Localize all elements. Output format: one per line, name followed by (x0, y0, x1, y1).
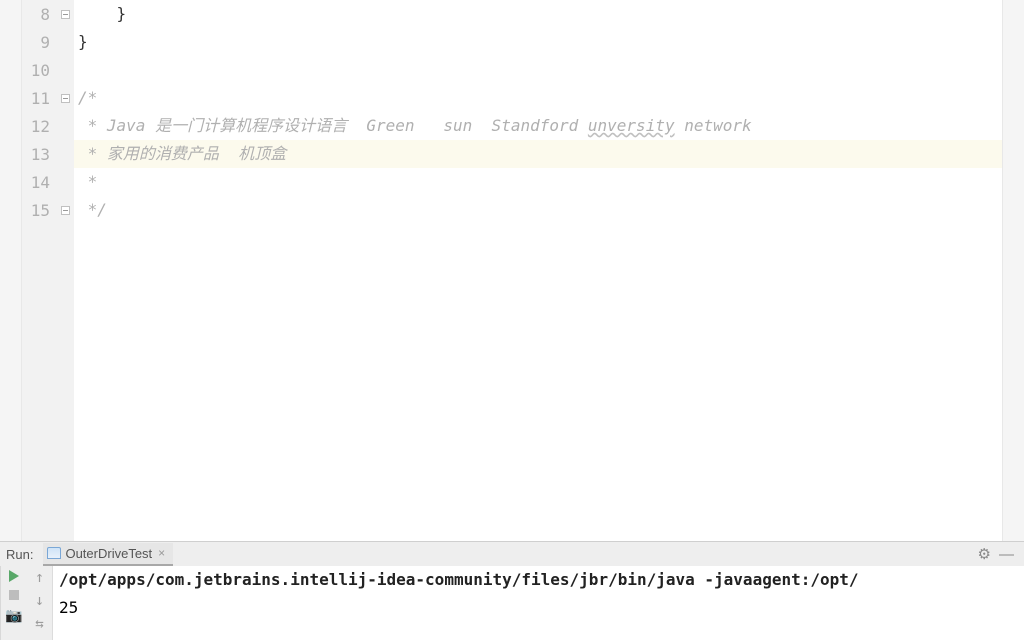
line-number: 13 (22, 145, 56, 164)
console-line: /opt/apps/com.jetbrains.intellij-idea-co… (53, 566, 1024, 594)
line-number: 11 (22, 89, 56, 108)
editor-left-margin (0, 0, 22, 541)
run-tool-window-header: Run: OuterDriveTest × ⚙ — (0, 541, 1024, 566)
down-stack-icon[interactable]: ↓ (35, 593, 44, 608)
code-line[interactable]: * Java 是一门计算机程序设计语言 Green sun Standford … (74, 112, 1002, 140)
dump-threads-icon[interactable]: 📷 (5, 608, 22, 624)
code-line[interactable]: * (74, 168, 1002, 196)
console-line: 25 (53, 594, 1024, 622)
code-editor[interactable]: }} /* * Java 是一门计算机程序设计语言 Green sun Stand… (74, 0, 1002, 541)
line-number: 9 (22, 33, 56, 52)
gear-icon[interactable]: ⚙ (974, 545, 995, 563)
line-number: 12 (22, 117, 56, 136)
editor-right-margin (1002, 0, 1024, 541)
up-stack-icon[interactable]: ↑ (35, 570, 44, 585)
run-tab-title: OuterDriveTest (65, 546, 152, 561)
run-tool-window: 📷 ↑ ↓ ⇆ /opt/apps/com.jetbrains.intellij… (0, 566, 1024, 640)
console-output[interactable]: /opt/apps/com.jetbrains.intellij-idea-co… (53, 566, 1024, 640)
spellcheck-warning: unversity (588, 116, 675, 135)
code-line[interactable]: * 家用的消费产品 机顶盒 (74, 140, 1002, 168)
code-line[interactable]: /* (74, 84, 1002, 112)
close-icon[interactable]: × (156, 546, 167, 560)
run-actions-column-2: ↑ ↓ ⇆ (27, 566, 53, 640)
fold-toggle-icon[interactable] (61, 94, 70, 103)
code-line[interactable]: */ (74, 196, 1002, 224)
run-tab[interactable]: OuterDriveTest × (43, 543, 173, 566)
minimize-icon[interactable]: — (995, 546, 1018, 563)
code-line[interactable] (74, 56, 1002, 84)
code-line[interactable]: } (74, 28, 1002, 56)
rerun-icon[interactable] (9, 570, 19, 582)
stop-icon[interactable] (9, 590, 19, 600)
code-line[interactable]: } (74, 0, 1002, 28)
line-number: 14 (22, 173, 56, 192)
run-label: Run: (6, 547, 33, 562)
editor-gutter: 8 9 10 11 12 13 14 15 (22, 0, 74, 541)
fold-toggle-icon[interactable] (61, 10, 70, 19)
run-actions-column-1: 📷 (1, 566, 27, 640)
line-number: 10 (22, 61, 56, 80)
line-number: 8 (22, 5, 56, 24)
soft-wrap-icon[interactable]: ⇆ (35, 616, 43, 632)
application-icon (47, 547, 61, 559)
line-number: 15 (22, 201, 56, 220)
fold-toggle-icon[interactable] (61, 206, 70, 215)
